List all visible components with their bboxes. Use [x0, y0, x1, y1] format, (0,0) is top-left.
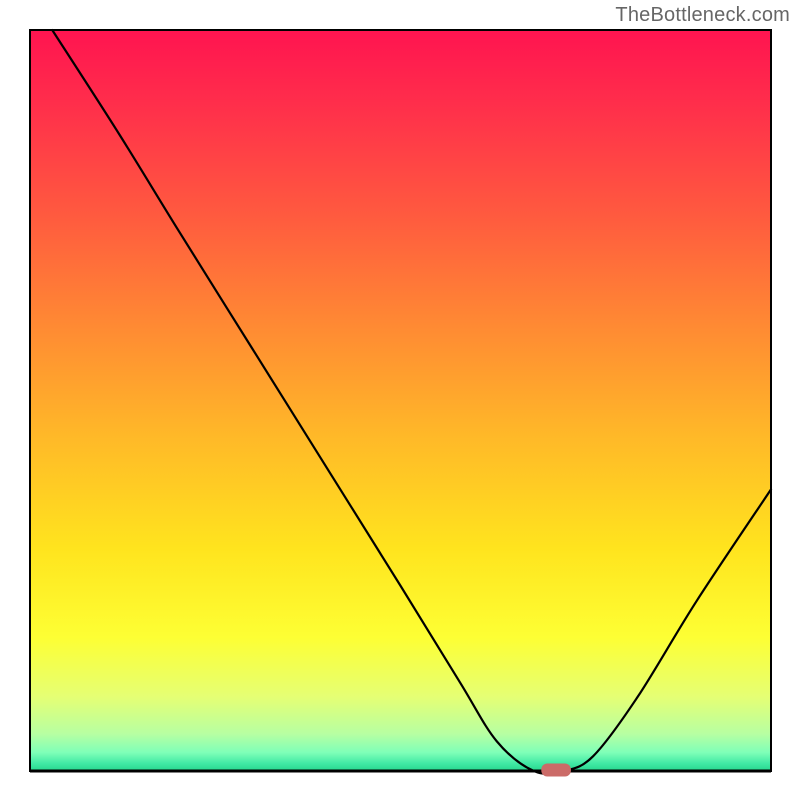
bottleneck-chart [0, 0, 800, 800]
optimal-marker [541, 764, 571, 777]
watermark-text: TheBottleneck.com [615, 4, 790, 27]
chart-container: TheBottleneck.com [0, 0, 800, 800]
